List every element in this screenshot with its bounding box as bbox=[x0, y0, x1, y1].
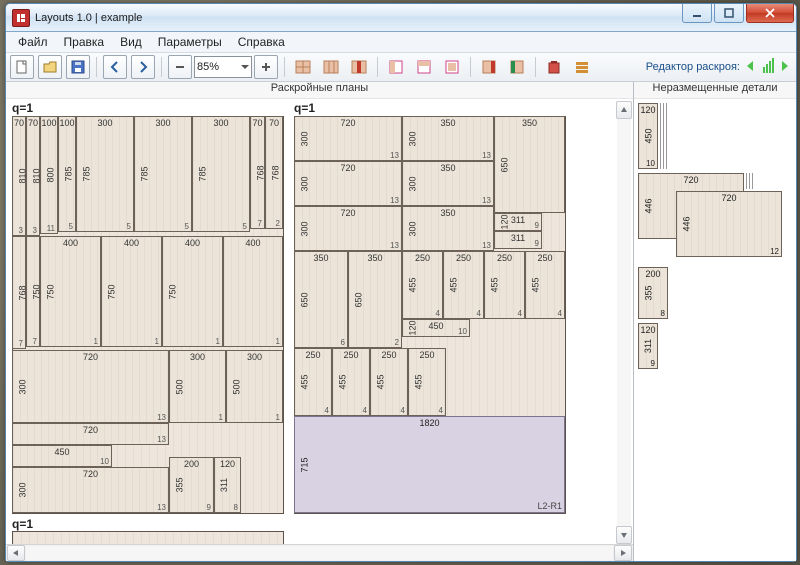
view1-icon[interactable] bbox=[384, 55, 408, 79]
prev-sheet-icon[interactable] bbox=[103, 55, 127, 79]
toolbar-right: Редактор раскроя: bbox=[646, 58, 792, 76]
sheet1[interactable]: 708103 708103 10080011 1007855 3007855 3… bbox=[12, 116, 284, 514]
view2-icon[interactable] bbox=[412, 55, 436, 79]
save-icon[interactable] bbox=[66, 55, 90, 79]
zoom-select[interactable]: 85% bbox=[194, 56, 252, 78]
menubar: Файл Правка Вид Параметры Справка bbox=[6, 32, 796, 53]
scroll-right-icon[interactable] bbox=[614, 545, 632, 561]
signal-icon bbox=[762, 58, 774, 76]
plans-title: Раскройные планы bbox=[6, 82, 633, 99]
tool-b-icon[interactable] bbox=[505, 55, 529, 79]
unplaced-piece[interactable]: 72044612 bbox=[676, 191, 782, 257]
sheet1-qty: q=1 bbox=[12, 101, 284, 115]
scroll-down-icon[interactable] bbox=[616, 526, 632, 544]
toolbar: 85% Редактор раскроя: bbox=[6, 53, 796, 82]
menu-view[interactable]: Вид bbox=[112, 33, 150, 51]
plans-hscroll[interactable] bbox=[6, 544, 633, 561]
editor-prev-icon[interactable] bbox=[744, 59, 758, 76]
app-window: Layouts 1.0 | example Файл Правка Вид Па… bbox=[5, 3, 797, 562]
close-button[interactable] bbox=[746, 4, 794, 23]
unplaced-pane: Неразмещенные детали 12045010 720446 720… bbox=[634, 82, 796, 561]
delete-icon[interactable] bbox=[542, 55, 566, 79]
titlebar[interactable]: Layouts 1.0 | example bbox=[6, 4, 796, 32]
editor-next-icon[interactable] bbox=[778, 59, 792, 76]
unplaced-title: Неразмещенные детали bbox=[634, 82, 796, 99]
settings-icon[interactable] bbox=[570, 55, 594, 79]
new-icon[interactable] bbox=[10, 55, 34, 79]
menu-edit[interactable]: Правка bbox=[56, 33, 113, 51]
sheet2-qty: q=1 bbox=[294, 101, 566, 115]
minimize-button[interactable] bbox=[682, 4, 712, 23]
window-title: Layouts 1.0 | example bbox=[35, 12, 680, 24]
menu-help[interactable]: Справка bbox=[230, 33, 293, 51]
plans-scroll: q=1 708103 708103 10080011 1007855 30078… bbox=[6, 99, 633, 544]
scroll-up-icon[interactable] bbox=[616, 101, 632, 119]
layout1-icon[interactable] bbox=[291, 55, 315, 79]
sheet3-qty: q=1 bbox=[12, 517, 284, 531]
plans-pane: Раскройные планы q=1 708103 708103 10080… bbox=[6, 82, 634, 561]
layout2-icon[interactable] bbox=[319, 55, 343, 79]
unplaced-piece[interactable]: 1203119 bbox=[638, 323, 658, 369]
zoom-out-icon[interactable] bbox=[168, 55, 192, 79]
plans-vscroll[interactable] bbox=[616, 101, 632, 544]
unplaced-piece[interactable]: 12045010 bbox=[638, 103, 658, 169]
unplaced-scroll: 12045010 720446 72044612 2003558 1203119 bbox=[634, 99, 796, 561]
scroll-left-icon[interactable] bbox=[7, 545, 25, 561]
waste-piece: 1820 715 L2-R1 bbox=[294, 416, 565, 513]
tool-a-icon[interactable] bbox=[477, 55, 501, 79]
editor-label: Редактор раскроя: bbox=[646, 61, 740, 73]
sheet3[interactable] bbox=[12, 531, 284, 544]
menu-params[interactable]: Параметры bbox=[150, 33, 230, 51]
zoom-in-icon[interactable] bbox=[254, 55, 278, 79]
next-sheet-icon[interactable] bbox=[131, 55, 155, 79]
open-icon[interactable] bbox=[38, 55, 62, 79]
menu-file[interactable]: Файл bbox=[10, 33, 56, 51]
sheet2[interactable]: 72030013 72030013 72030013 35030013 3503… bbox=[294, 116, 566, 514]
layout-highlight-icon[interactable] bbox=[347, 55, 371, 79]
app-icon bbox=[12, 9, 30, 27]
maximize-button[interactable] bbox=[714, 4, 744, 23]
view3-icon[interactable] bbox=[440, 55, 464, 79]
unplaced-piece[interactable]: 2003558 bbox=[638, 267, 668, 319]
